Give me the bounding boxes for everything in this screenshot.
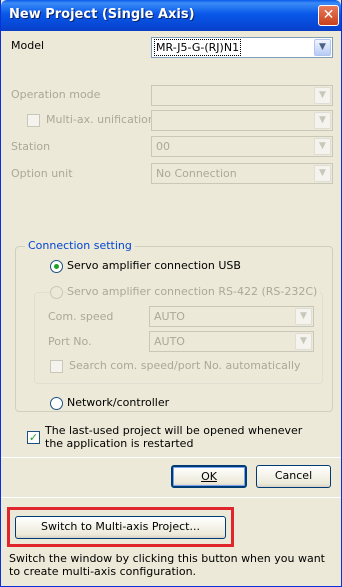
- option-unit-label: Option unit: [11, 167, 73, 180]
- option-unit-select[interactable]: No Connection ▼: [151, 163, 333, 184]
- port-no-label: Port No.: [48, 335, 92, 348]
- ok-button-label: OK: [201, 470, 217, 483]
- chevron-down-icon[interactable]: ▼: [295, 333, 312, 350]
- operation-mode-label: Operation mode: [11, 88, 101, 101]
- multi-axis-select[interactable]: ▼: [151, 110, 333, 131]
- chevron-down-icon[interactable]: ▼: [314, 165, 331, 182]
- com-speed-value: AUTO: [154, 310, 185, 323]
- station-label: Station: [11, 140, 51, 153]
- cancel-button-label: Cancel: [274, 469, 313, 482]
- switch-multi-axis-button[interactable]: Switch to Multi-axis Project...: [15, 516, 226, 539]
- search-auto-label: Search com. speed/port No. automatically: [69, 359, 301, 372]
- switch-multi-axis-label: Switch to Multi-axis Project...: [41, 520, 200, 533]
- title-bar[interactable]: New Project (Single Axis) ✕: [1, 0, 341, 31]
- multi-axis-checkbox[interactable]: [27, 114, 40, 127]
- chevron-down-icon[interactable]: ▼: [314, 112, 331, 129]
- connection-setting-legend: Connection setting: [25, 239, 135, 252]
- operation-mode-select[interactable]: ▼: [151, 85, 333, 106]
- close-button[interactable]: ✕: [318, 5, 339, 26]
- switch-description-line2: to create multi-axis configuration.: [9, 565, 197, 578]
- ok-button[interactable]: OK: [171, 465, 247, 488]
- rs422-radio-label[interactable]: Servo amplifier connection RS-422 (RS-23…: [67, 285, 321, 298]
- station-value: 00: [156, 140, 170, 153]
- divider: [1, 497, 341, 498]
- usb-radio[interactable]: [50, 260, 63, 273]
- usb-radio-label[interactable]: Servo amplifier connection USB: [67, 259, 241, 272]
- model-label: Model: [11, 39, 45, 52]
- last-used-label-line2: the application is restarted: [45, 437, 194, 450]
- station-select[interactable]: 00 ▼: [151, 136, 333, 157]
- option-unit-value: No Connection: [156, 167, 237, 180]
- com-speed-label: Com. speed: [48, 310, 114, 323]
- search-auto-checkbox[interactable]: [50, 360, 63, 373]
- dialog-window: New Project (Single Axis) ✕ Model MR-J5-…: [0, 0, 342, 587]
- divider: [1, 457, 341, 458]
- com-speed-select[interactable]: AUTO ▼: [149, 306, 314, 327]
- switch-description-line1: Switch the window by clicking this butto…: [9, 552, 325, 565]
- last-used-label: The last-used project will be opened whe…: [45, 424, 302, 450]
- window-title: New Project (Single Axis): [9, 7, 195, 22]
- chevron-down-icon[interactable]: ▼: [314, 87, 331, 104]
- network-controller-label[interactable]: Network/controller: [67, 396, 169, 409]
- multi-axis-label: Multi-ax. unification: [46, 113, 155, 126]
- chevron-down-icon[interactable]: ▼: [295, 308, 312, 325]
- chevron-down-icon[interactable]: ▼: [314, 138, 331, 155]
- network-controller-radio[interactable]: [50, 397, 63, 410]
- model-select-value: MR-J5-G-(RJ)N1: [153, 39, 242, 56]
- chevron-down-icon[interactable]: ▼: [314, 39, 331, 56]
- switch-description: Switch the window by clicking this butto…: [9, 552, 325, 578]
- last-used-label-line1: The last-used project will be opened whe…: [45, 424, 303, 437]
- model-select[interactable]: MR-J5-G-(RJ)N1 ▼: [151, 37, 333, 58]
- port-no-value: AUTO: [154, 335, 185, 348]
- rs422-radio[interactable]: [50, 286, 63, 299]
- port-no-select[interactable]: AUTO ▼: [149, 331, 314, 352]
- last-used-checkbox[interactable]: ✓: [27, 431, 40, 444]
- cancel-button[interactable]: Cancel: [256, 465, 331, 488]
